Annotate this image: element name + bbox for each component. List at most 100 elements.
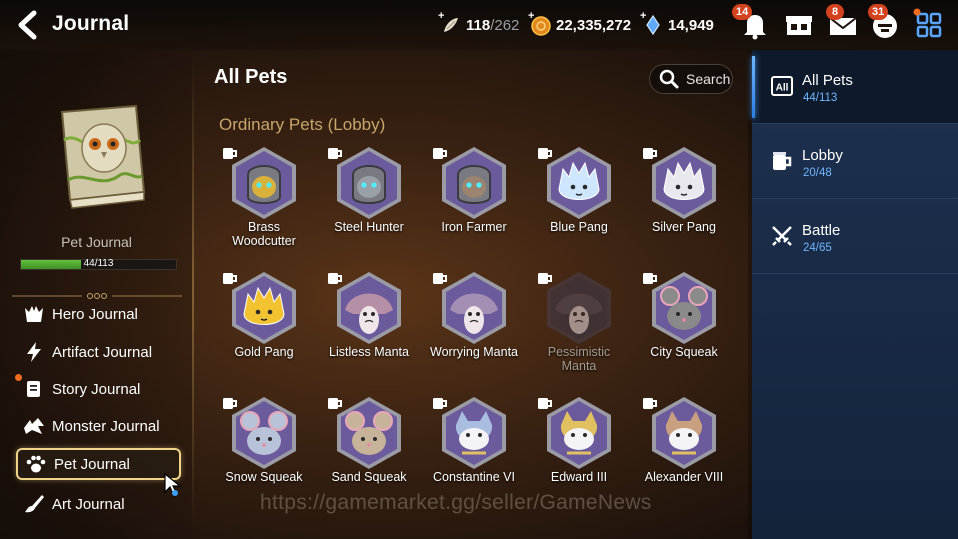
mail-button[interactable]: 8: [826, 4, 860, 42]
notification-bell-button[interactable]: 14: [732, 4, 772, 42]
menu-monster-journal[interactable]: Monster Journal: [16, 410, 181, 442]
paw-icon: [26, 455, 46, 473]
pet-card[interactable]: Silver Pang: [629, 145, 739, 257]
gold-value: 22,335,272: [556, 16, 632, 34]
pet-card[interactable]: Gold Pang: [209, 270, 319, 382]
menu-pet-journal[interactable]: Pet Journal: [16, 448, 181, 480]
pet-card[interactable]: Pessimistic Manta: [524, 270, 634, 382]
pet-name: Listless Manta: [329, 345, 409, 359]
gold-counter[interactable]: + 22,335,272: [528, 10, 632, 38]
shop-button[interactable]: [782, 8, 816, 42]
tab-lobby-label: Lobby: [802, 147, 843, 164]
pet-name: Pessimistic Manta: [547, 345, 611, 373]
monster-icon: [24, 418, 44, 434]
pet-card[interactable]: Iron Farmer: [419, 145, 529, 257]
menu-grid-button[interactable]: [912, 8, 946, 42]
watermark-text: https://gamemarket.gg/seller/GameNews: [260, 491, 652, 514]
pet-name: Steel Hunter: [334, 220, 404, 234]
lobby-mug-icon: [643, 148, 657, 159]
search-label: Search: [686, 71, 731, 87]
search-icon: [659, 69, 679, 89]
menu-hero-journal[interactable]: Hero Journal: [16, 298, 181, 330]
hero-helmet-icon: [25, 306, 43, 322]
mail-badge: 8: [826, 4, 844, 20]
pet-name: Edward III: [550, 470, 608, 484]
section-title: Ordinary Pets (Lobby): [219, 115, 386, 134]
menu-pet-journal-label: Pet Journal: [54, 455, 130, 473]
journal-progress-text: 44/113: [83, 258, 114, 269]
scroll-icon: [27, 381, 40, 397]
lobby-mug-icon: [328, 398, 342, 409]
shop-icon: [786, 16, 812, 35]
pet-name: Silver Pang: [652, 220, 716, 234]
pet-name: Snow Squeak: [225, 470, 303, 484]
gold-coin-icon: +: [528, 10, 552, 36]
pet-name: Blue Pang: [550, 220, 608, 234]
pet-name: Sand Squeak: [331, 470, 407, 484]
all-icon: All: [771, 76, 793, 96]
pet-card[interactable]: Steel Hunter: [314, 145, 424, 257]
lobby-mug-icon: [328, 273, 342, 284]
tab-battle-count: 24/65: [803, 242, 832, 254]
tab-battle[interactable]: Battle 24/65: [752, 200, 958, 274]
ornament-divider: [12, 287, 182, 299]
book-name: Pet Journal: [61, 234, 132, 250]
pet-name: Worrying Manta: [430, 345, 518, 359]
lobby-mug-icon: [223, 273, 237, 284]
svg-text:All: All: [776, 83, 789, 94]
stamina-max: /262: [490, 16, 520, 34]
chat-badge: 31: [868, 4, 889, 20]
lobby-mug-icon: [643, 398, 657, 409]
lightning-icon: [27, 342, 41, 362]
lobby-mug-icon: [223, 398, 237, 409]
chat-button[interactable]: 31: [868, 4, 902, 42]
tab-lobby[interactable]: Lobby 20/48: [752, 125, 958, 199]
lobby-mug-icon: [643, 273, 657, 284]
page-title: Journal: [52, 12, 130, 35]
back-arrow-icon[interactable]: [14, 9, 44, 41]
story-new-dot: [15, 374, 22, 381]
menu-story-journal-label: Story Journal: [52, 380, 141, 398]
notification-badge: 14: [732, 4, 753, 20]
mouse-cursor-icon: [163, 472, 183, 498]
category-panel: All All Pets 44/113 Lobby 20/48 Battle 2…: [752, 50, 958, 539]
stamina-value: 118: [466, 16, 491, 34]
tab-battle-label: Battle: [802, 222, 841, 239]
pet-card[interactable]: Blue Pang: [524, 145, 634, 257]
pet-card[interactable]: Brass Woodcutter: [209, 145, 319, 257]
crossed-swords-icon: [772, 226, 792, 246]
top-bar: Journal + 118/262 + 22,335,272 + 14,949 …: [0, 0, 958, 50]
menu-hero-journal-label: Hero Journal: [52, 305, 138, 323]
pet-name: City Squeak: [650, 345, 718, 359]
menu-monster-journal-label: Monster Journal: [52, 417, 160, 435]
lobby-mug-icon: [433, 148, 447, 159]
pet-name: Iron Farmer: [441, 220, 507, 234]
tab-all-pets[interactable]: All All Pets 44/113: [752, 50, 958, 124]
brush-icon: [25, 495, 44, 513]
skystone-counter[interactable]: + 14,949: [640, 10, 714, 38]
pet-card[interactable]: City Squeak: [629, 270, 739, 382]
pet-card[interactable]: Listless Manta: [314, 270, 424, 382]
lobby-mug-icon: [538, 148, 552, 159]
lobby-mug-icon: [328, 148, 342, 159]
lobby-mug-icon: [538, 273, 552, 284]
search-button[interactable]: Search: [649, 64, 733, 94]
lobby-mug-icon: [433, 398, 447, 409]
menu-artifact-journal-label: Artifact Journal: [52, 343, 153, 361]
menu-story-journal[interactable]: Story Journal: [16, 373, 181, 405]
menu-artifact-journal[interactable]: Artifact Journal: [16, 336, 181, 368]
pet-name: Constantine VI: [433, 470, 515, 484]
menu-art-journal[interactable]: Art Journal: [16, 488, 181, 520]
stamina-counter[interactable]: + 118/262: [438, 10, 520, 38]
pet-card[interactable]: Worrying Manta: [419, 270, 529, 382]
skystone-icon: +: [640, 10, 664, 36]
skystone-value: 14,949: [668, 16, 714, 34]
mug-icon: [773, 152, 792, 170]
lobby-mug-icon: [538, 398, 552, 409]
journal-progress-bar: 44/113: [20, 258, 177, 270]
lobby-mug-icon: [223, 148, 237, 159]
stamina-icon: +: [438, 10, 462, 36]
grid-menu-icon: [913, 8, 942, 38]
lobby-mug-icon: [433, 273, 447, 284]
pet-name: Gold Pang: [234, 345, 294, 359]
